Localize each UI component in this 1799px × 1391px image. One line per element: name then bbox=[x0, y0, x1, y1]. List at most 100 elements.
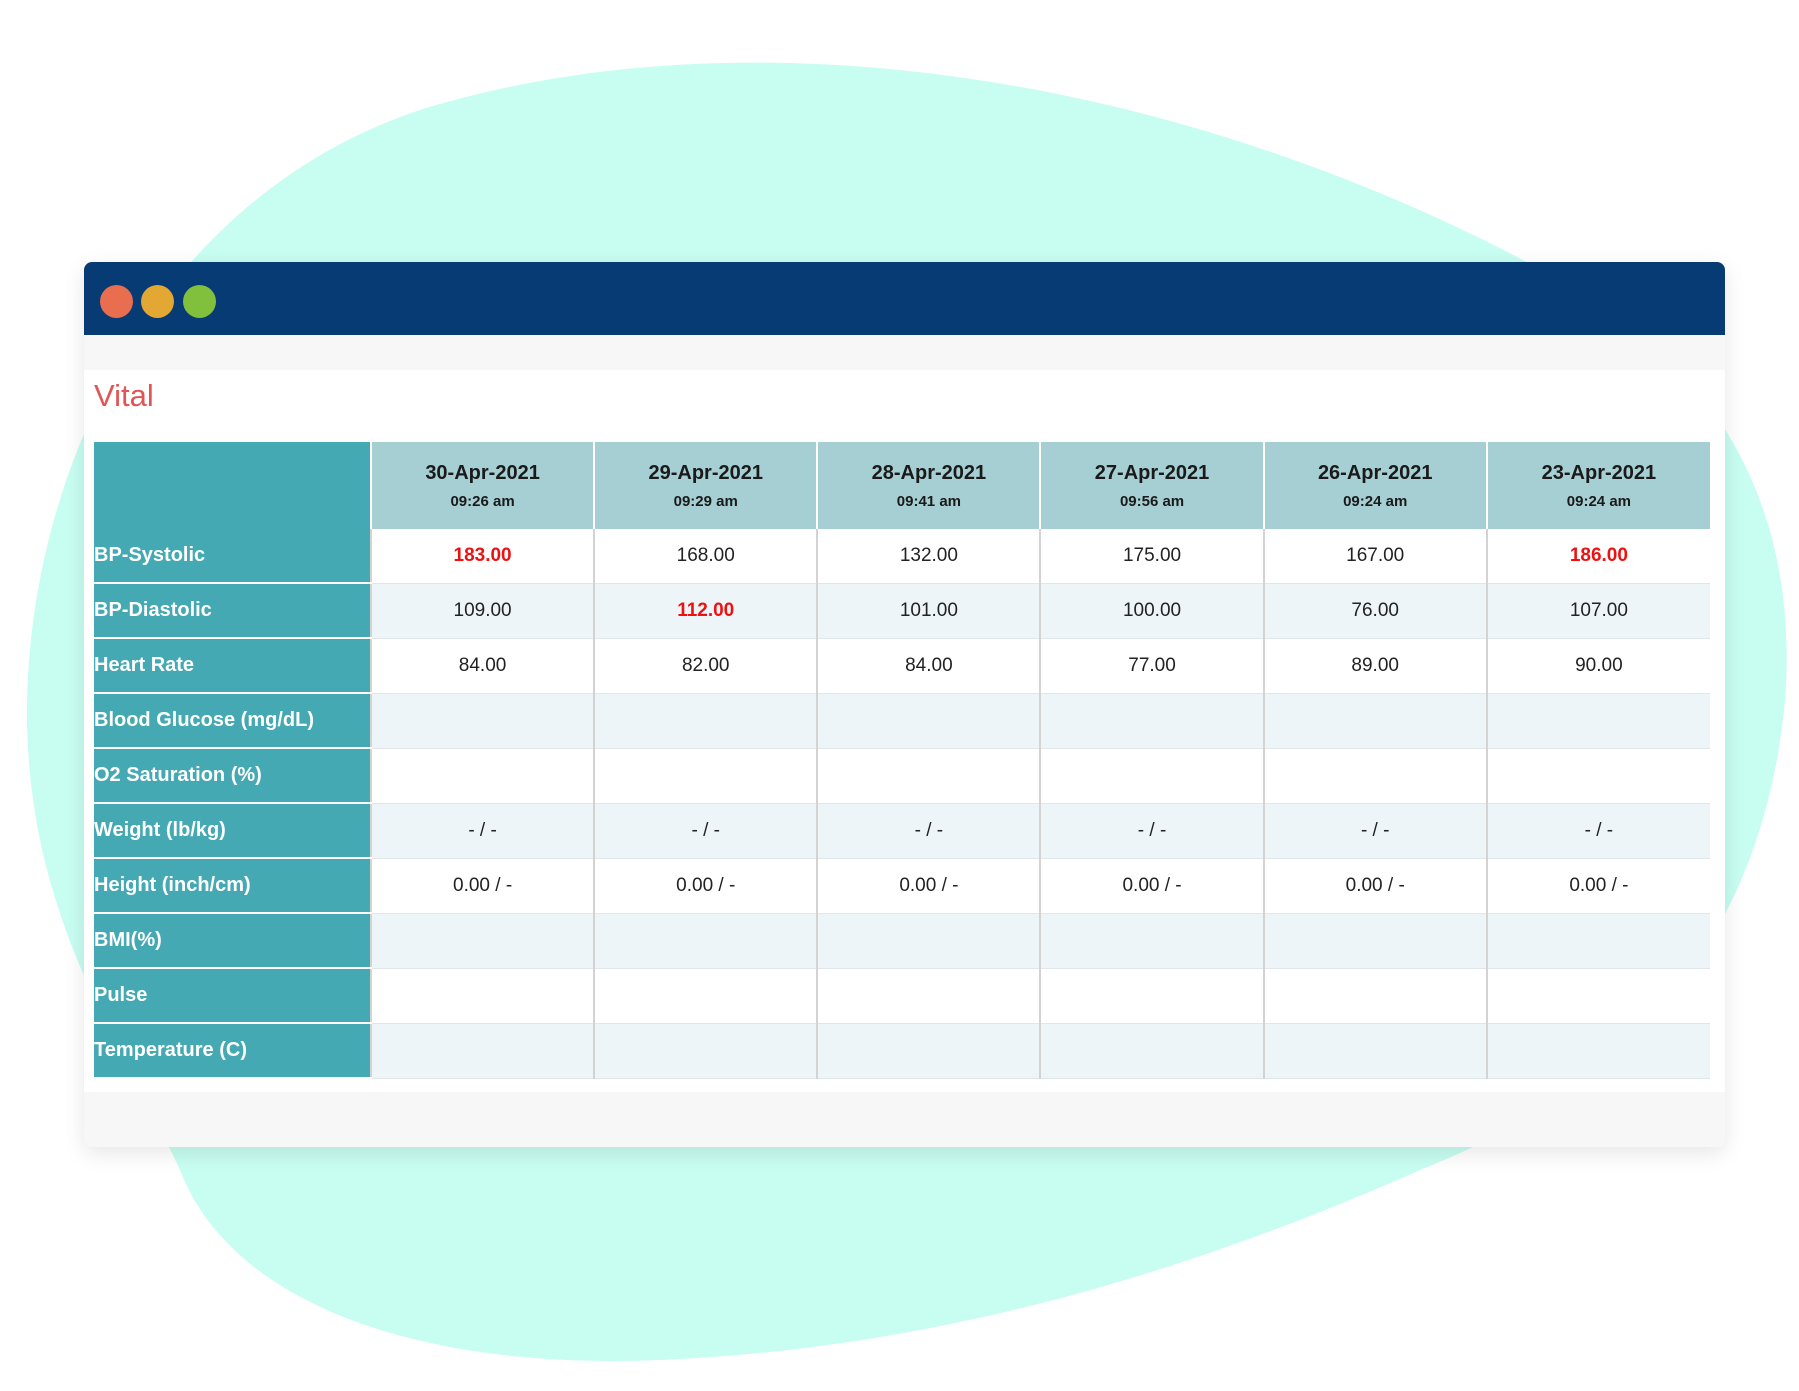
vital-value-cell: 0.00 / - bbox=[1262, 858, 1487, 914]
vital-value-cell bbox=[816, 748, 1041, 804]
table-row: Weight (lb/kg) - / -- / -- / -- / -- / --… bbox=[94, 803, 1710, 859]
vital-value-cell bbox=[1262, 1023, 1487, 1079]
vital-label: BMI(%) bbox=[94, 913, 371, 969]
vital-value-cell: 167.00 bbox=[1262, 529, 1487, 584]
vital-label: Temperature (C) bbox=[94, 1023, 371, 1079]
vital-value-cell bbox=[369, 968, 595, 1024]
vital-value-cell bbox=[1262, 968, 1487, 1024]
vital-value-cell bbox=[593, 968, 818, 1024]
vital-value-cell bbox=[816, 1023, 1041, 1079]
vital-value-cell: 0.00 / - bbox=[593, 858, 818, 914]
vital-value-cell: - / - bbox=[1039, 803, 1264, 859]
vital-value-cell: 112.00 bbox=[593, 583, 818, 639]
vital-value-cell: 183.00 bbox=[369, 529, 595, 584]
vital-value-cell bbox=[369, 748, 595, 804]
time-label: 09:29 am bbox=[673, 492, 738, 510]
vital-value-cell bbox=[1262, 693, 1487, 749]
close-dot[interactable] bbox=[100, 285, 133, 318]
vital-value-cell: 168.00 bbox=[593, 529, 818, 584]
vital-value-cell bbox=[816, 913, 1041, 969]
vital-value-cell: 186.00 bbox=[1485, 529, 1710, 584]
vital-value-cell bbox=[1039, 968, 1264, 1024]
vital-value-cell: 0.00 / - bbox=[369, 858, 595, 914]
table-row: O2 Saturation (%) bbox=[94, 748, 1710, 804]
vital-value-cell: - / - bbox=[1485, 803, 1710, 859]
vital-value-cell bbox=[593, 748, 818, 804]
vital-value-cell bbox=[593, 913, 818, 969]
table-row: BMI(%) bbox=[94, 913, 1710, 969]
maximize-dot[interactable] bbox=[183, 285, 216, 318]
vital-value-cell bbox=[1485, 1023, 1710, 1079]
vital-value-cell: 0.00 / - bbox=[1039, 858, 1264, 914]
vital-label: Blood Glucose (mg/dL) bbox=[94, 693, 371, 749]
vital-value-cell: 175.00 bbox=[1039, 529, 1264, 584]
date-label: 27-Apr-2021 bbox=[1094, 461, 1210, 484]
vital-value-cell bbox=[1039, 913, 1264, 969]
table-row: BP-Diastolic 109.00 112.00 101.00 100.00 76.0… bbox=[94, 583, 1710, 639]
time-label: 09:24 am bbox=[1343, 492, 1408, 510]
date-label: 26-Apr-2021 bbox=[1317, 461, 1433, 484]
vital-value-cell bbox=[1039, 748, 1264, 804]
vital-value-cell: 89.00 bbox=[1262, 638, 1487, 694]
date-label: 29-Apr-2021 bbox=[648, 461, 763, 484]
vital-value-cell: 90.00 bbox=[1485, 638, 1710, 694]
date-header-cell: 23-Apr-2021 09:24 am bbox=[1485, 442, 1710, 529]
table-row: Height (inch/cm) 0.00 / -0.00 / -0.00 / -… bbox=[94, 858, 1710, 914]
vitals-table: 30-Apr-2021 09:26 am 29-Apr-2021 09:29 am 28… bbox=[94, 442, 1710, 1079]
date-header-cell: 29-Apr-2021 09:29 am bbox=[593, 442, 818, 529]
date-header-cell: 28-Apr-2021 09:41 am bbox=[816, 442, 1041, 529]
vital-value-cell: - / - bbox=[593, 803, 818, 859]
vital-value-cell: 0.00 / - bbox=[816, 858, 1041, 914]
vital-value-cell bbox=[1039, 693, 1264, 749]
vital-value-cell bbox=[1485, 748, 1710, 804]
corner-cell bbox=[94, 442, 371, 529]
vital-value-cell bbox=[1485, 913, 1710, 969]
vital-value-cell: 76.00 bbox=[1262, 583, 1487, 639]
vital-value-cell bbox=[593, 1023, 818, 1079]
table-row: Blood Glucose (mg/dL) bbox=[94, 693, 1710, 749]
vital-label: BP-Diastolic bbox=[94, 583, 371, 639]
vital-value-cell: 132.00 bbox=[816, 529, 1041, 584]
vital-label: Weight (lb/kg) bbox=[94, 803, 371, 859]
vital-value-cell bbox=[816, 693, 1041, 749]
vital-value-cell: - / - bbox=[816, 803, 1041, 859]
vital-value-cell bbox=[1262, 748, 1487, 804]
time-label: 09:26 am bbox=[450, 492, 515, 510]
vital-value-cell bbox=[369, 1023, 595, 1079]
vital-value-cell bbox=[1485, 968, 1710, 1024]
vital-label: Height (inch/cm) bbox=[94, 858, 371, 914]
date-label: 30-Apr-2021 bbox=[425, 461, 540, 484]
vital-value-cell: - / - bbox=[1262, 803, 1487, 859]
time-label: 09:24 am bbox=[1566, 492, 1631, 510]
table-row: Pulse bbox=[94, 968, 1710, 1024]
vital-value-cell bbox=[1039, 1023, 1264, 1079]
vital-value-cell: 101.00 bbox=[816, 583, 1041, 639]
vital-value-cell bbox=[593, 693, 818, 749]
date-label: 28-Apr-2021 bbox=[871, 461, 987, 484]
vital-value-cell: 100.00 bbox=[1039, 583, 1264, 639]
vital-value-cell: 84.00 bbox=[369, 638, 595, 694]
vital-value-cell bbox=[1262, 913, 1487, 969]
table-row: Heart Rate 84.00 82.00 84.00 77.00 89.00 90.00 bbox=[94, 638, 1710, 694]
date-header-cell: 26-Apr-2021 09:24 am bbox=[1262, 442, 1487, 529]
time-label: 09:56 am bbox=[1119, 492, 1185, 510]
vital-value-cell bbox=[816, 968, 1041, 1024]
vital-label: Pulse bbox=[94, 968, 371, 1024]
date-header-cell: 27-Apr-2021 09:56 am bbox=[1039, 442, 1264, 529]
date-label: 23-Apr-2021 bbox=[1541, 461, 1657, 484]
time-label: 09:41 am bbox=[896, 492, 961, 510]
vitals-body: BP-Systolic 183.00 168.00 132.00 175.00 167.0… bbox=[94, 529, 1710, 1079]
vital-value-cell bbox=[369, 693, 595, 749]
minimize-dot[interactable] bbox=[141, 285, 174, 318]
date-header-row: 30-Apr-2021 09:26 am 29-Apr-2021 09:29 am 28… bbox=[94, 442, 1710, 529]
vital-value-cell: 107.00 bbox=[1485, 583, 1710, 639]
vital-value-cell: 109.00 bbox=[369, 583, 595, 639]
vital-value-cell: 84.00 bbox=[816, 638, 1041, 694]
window-titlebar bbox=[84, 262, 1725, 335]
vital-value-cell: 0.00 / - bbox=[1485, 858, 1710, 914]
vital-value-cell: 77.00 bbox=[1039, 638, 1264, 694]
vital-label: Heart Rate bbox=[94, 638, 371, 694]
vital-value-cell bbox=[1485, 693, 1710, 749]
table-row: BP-Systolic 183.00 168.00 132.00 175.00 167.0… bbox=[94, 529, 1710, 584]
vital-value-cell bbox=[369, 913, 595, 969]
